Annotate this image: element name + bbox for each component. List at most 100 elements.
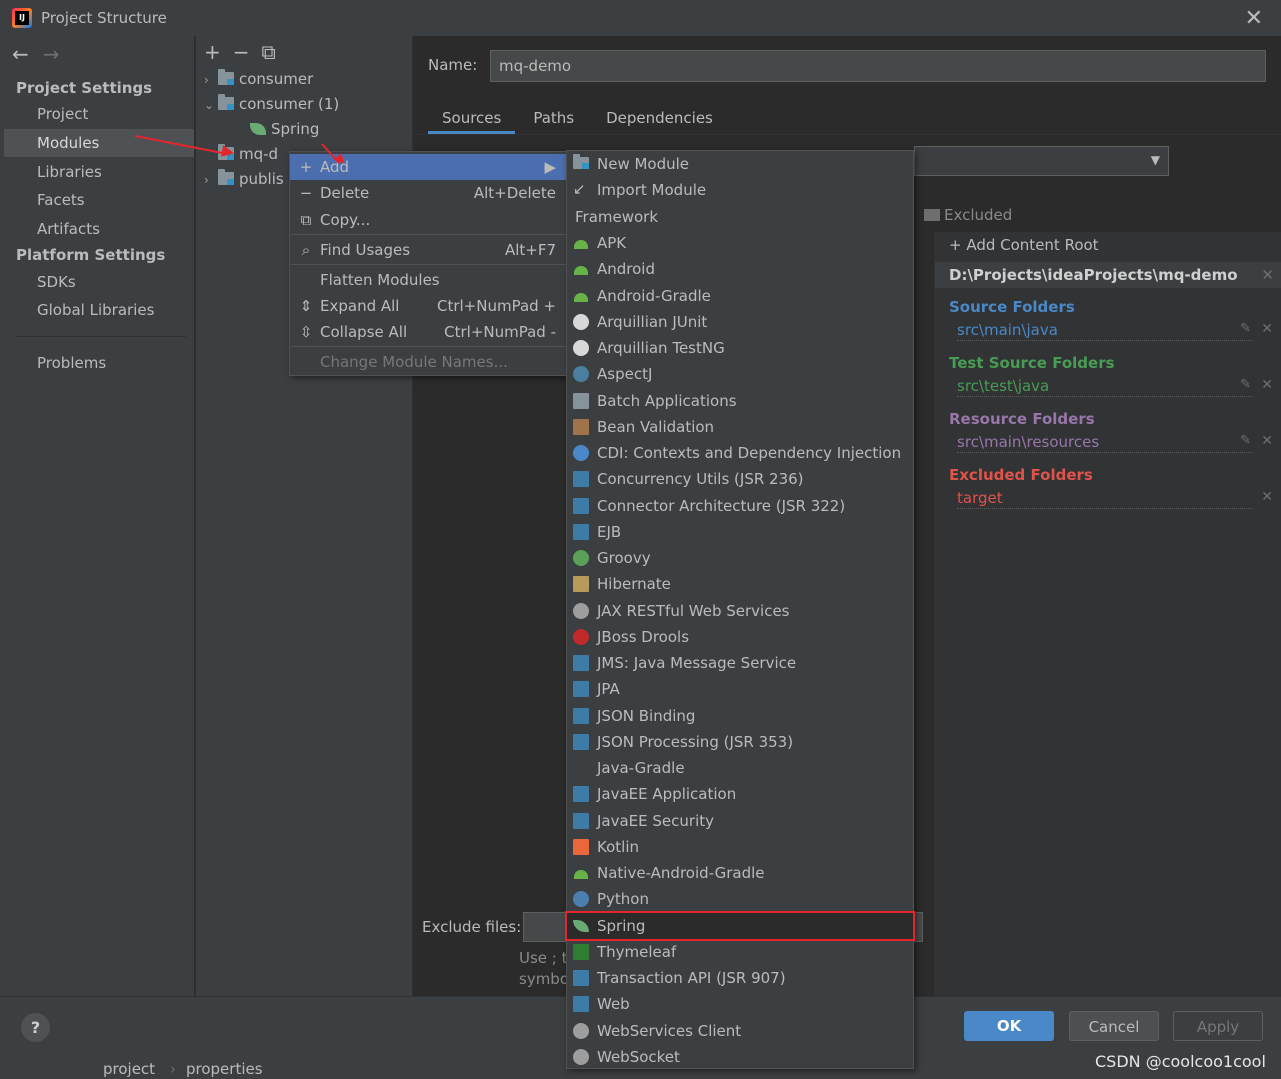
submenu-item-javaee-application[interactable]: JavaEE Application — [567, 781, 913, 807]
nav-item-sdks[interactable]: SDKs — [4, 268, 194, 296]
nav-item-problems[interactable]: Problems — [4, 349, 194, 377]
breadcrumb-project[interactable]: project — [103, 1060, 155, 1078]
submenu-item-apk[interactable]: APK — [567, 230, 913, 256]
language-level-select[interactable]: ▼ — [914, 146, 1169, 176]
menu-item-add[interactable]: + Add ▶ — [290, 154, 566, 180]
menu-item-collapse-all[interactable]: ⇳ Collapse All Ctrl+NumPad - — [290, 319, 566, 345]
submenu-item-label: Spring — [597, 916, 646, 935]
menu-item-delete[interactable]: − Delete Alt+Delete — [290, 180, 566, 206]
add-content-root-button[interactable]: + Add Content Root — [949, 236, 1099, 254]
module-folder-icon — [218, 169, 234, 185]
submenu-item-websocket[interactable]: WebSocket — [567, 1044, 913, 1070]
submenu-item-label: Bean Validation — [597, 417, 715, 436]
nav-item-project[interactable]: Project — [4, 100, 194, 128]
nav-item-global-libraries[interactable]: Global Libraries — [4, 296, 194, 324]
menu-item-flatten-modules[interactable]: Flatten Modules — [290, 267, 566, 293]
submenu-item-label: Arquillian TestNG — [597, 339, 725, 357]
chevron-right-icon[interactable]: › — [204, 168, 218, 192]
submenu-item-native-android-gradle[interactable]: Native-Android-Gradle — [567, 860, 913, 886]
chevron-down-icon[interactable]: ⌄ — [204, 93, 218, 117]
module-name-input[interactable] — [490, 50, 1266, 82]
tab-dependencies[interactable]: Dependencies — [592, 106, 727, 134]
tree-row-consumer-1[interactable]: ⌄ consumer (1) — [204, 92, 339, 116]
menu-item-copy[interactable]: ⧉ Copy... — [290, 207, 566, 233]
submenu-item-android-gradle[interactable]: Android-Gradle — [567, 283, 913, 309]
remove-module-icon[interactable]: − — [233, 40, 250, 64]
webservices-icon — [573, 1022, 589, 1039]
nav-item-libraries[interactable]: Libraries — [4, 158, 194, 186]
remove-folder-icon[interactable]: ✕ — [1261, 377, 1273, 393]
help-button[interactable]: ? — [21, 1013, 50, 1042]
submenu-item-aspectj[interactable]: AspectJ — [567, 361, 913, 387]
exclude-hint-line2: symbo — [519, 970, 570, 988]
submenu-item-spring[interactable]: Spring — [565, 910, 915, 941]
ejb-icon — [573, 523, 589, 540]
menu-item-shortcut: Ctrl+NumPad + — [436, 297, 556, 315]
submenu-item-cdi-contexts-and-dependency-injection[interactable]: CDI: Contexts and Dependency Injection — [567, 440, 913, 466]
submenu-item-import-module[interactable]: ↙ Import Module — [567, 177, 913, 203]
submenu-item-kotlin[interactable]: Kotlin — [567, 834, 913, 860]
submenu-item-connector-architecture-jsr-322[interactable]: Connector Architecture (JSR 322) — [567, 493, 913, 519]
remove-folder-icon[interactable]: ✕ — [1261, 489, 1273, 505]
submenu-item-concurrency-utils-jsr-236[interactable]: Concurrency Utils (JSR 236) — [567, 466, 913, 492]
nav-item-facets[interactable]: Facets — [4, 186, 194, 214]
submenu-item-label: Web — [597, 995, 630, 1014]
tab-paths[interactable]: Paths — [519, 106, 588, 134]
remove-content-root-icon[interactable]: ✕ — [1261, 262, 1274, 288]
test-source-folder-path[interactable]: src\test\java — [957, 375, 1253, 397]
cancel-button[interactable]: Cancel — [1069, 1011, 1159, 1041]
remove-folder-icon[interactable]: ✕ — [1261, 433, 1273, 449]
submenu-item-jms-java-message-service[interactable]: JMS: Java Message Service — [567, 650, 913, 676]
tab-sources[interactable]: Sources — [428, 106, 516, 134]
edit-properties-icon[interactable]: ✎ — [1240, 321, 1251, 336]
submenu-item-jboss-drools[interactable]: JBoss Drools — [567, 624, 913, 650]
submenu-item-java-gradle[interactable]: Java-Gradle — [567, 755, 913, 781]
submenu-item-arquillian-junit[interactable]: Arquillian JUnit — [567, 309, 913, 335]
submenu-item-python[interactable]: Python — [567, 886, 913, 912]
submenu-item-label: JavaEE Security — [597, 811, 715, 830]
nav-item-artifacts[interactable]: Artifacts — [4, 215, 194, 243]
source-folder-path[interactable]: src\main\java — [957, 319, 1253, 341]
menu-item-change-module-names[interactable]: Change Module Names... — [290, 349, 566, 375]
submenu-item-groovy[interactable]: Groovy — [567, 545, 913, 571]
resource-folder-path[interactable]: src\main\resources — [957, 431, 1253, 453]
edit-properties-icon[interactable]: ✎ — [1240, 433, 1251, 448]
submenu-item-arquillian-testng[interactable]: Arquillian TestNG — [567, 335, 913, 361]
ok-button[interactable]: OK — [964, 1011, 1054, 1041]
tree-row-label: publis — [239, 170, 284, 188]
submenu-item-new-module[interactable]: New Module — [567, 151, 913, 177]
submenu-item-ejb[interactable]: EJB — [567, 519, 913, 545]
tree-row-spring-facet[interactable]: Spring — [250, 117, 319, 141]
add-module-icon[interactable]: + — [204, 40, 221, 64]
forward-arrow-icon[interactable]: → — [43, 42, 60, 66]
submenu-item-transaction-api-jsr-907[interactable]: Transaction API (JSR 907) — [567, 965, 913, 991]
mark-as-excluded-button[interactable]: Excluded — [924, 206, 1012, 224]
menu-item-expand-all[interactable]: ⇕ Expand All Ctrl+NumPad + — [290, 293, 566, 319]
remove-folder-icon[interactable]: ✕ — [1261, 321, 1273, 337]
submenu-item-json-binding[interactable]: JSON Binding — [567, 703, 913, 729]
javaee-icon — [573, 471, 589, 488]
tree-row-publisher[interactable]: › publis — [204, 167, 284, 191]
close-icon[interactable]: ✕ — [1245, 6, 1263, 31]
tree-row-consumer[interactable]: › consumer — [204, 67, 313, 91]
chevron-right-icon[interactable]: › — [204, 68, 218, 92]
submenu-item-thymeleaf[interactable]: Thymeleaf — [567, 939, 913, 965]
submenu-item-android[interactable]: Android — [567, 256, 913, 282]
submenu-item-batch-applications[interactable]: Batch Applications — [567, 388, 913, 414]
submenu-item-jpa[interactable]: JPA — [567, 676, 913, 702]
menu-item-find-usages[interactable]: ⌕ Find Usages Alt+F7 — [290, 237, 566, 263]
module-context-menu: + Add ▶ − Delete Alt+Delete ⧉ Copy... ⌕ Find U… — [289, 151, 567, 376]
submenu-item-hibernate[interactable]: Hibernate — [567, 571, 913, 597]
back-arrow-icon[interactable]: ← — [12, 42, 29, 66]
apply-button[interactable]: Apply — [1173, 1011, 1263, 1041]
breadcrumb-properties[interactable]: properties — [186, 1060, 263, 1078]
submenu-item-bean-validation[interactable]: Bean Validation — [567, 414, 913, 440]
submenu-item-javaee-security[interactable]: JavaEE Security — [567, 808, 913, 834]
submenu-item-web[interactable]: Web — [567, 991, 913, 1017]
submenu-item-json-processing-jsr-353[interactable]: JSON Processing (JSR 353) — [567, 729, 913, 755]
copy-module-icon[interactable]: ⧉ — [262, 40, 276, 64]
excluded-folder-path[interactable]: target — [957, 487, 1253, 509]
submenu-item-jax-restful-web-services[interactable]: JAX RESTful Web Services — [567, 598, 913, 624]
edit-properties-icon[interactable]: ✎ — [1240, 377, 1251, 392]
submenu-item-webservices-client[interactable]: WebServices Client — [567, 1018, 913, 1044]
